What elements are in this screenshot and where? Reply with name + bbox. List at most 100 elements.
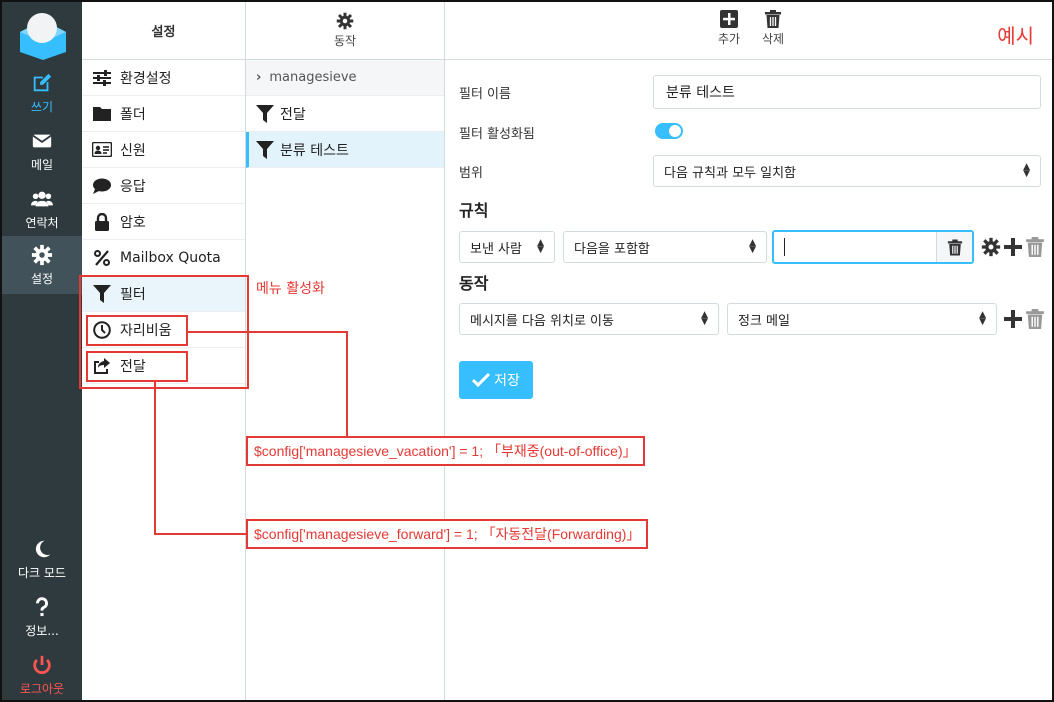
rule-operator-select[interactable]: 다음을 포함함 ▲ ▼ <box>563 231 767 263</box>
settings-item-responses[interactable]: 응답 <box>82 168 245 204</box>
settings-item-preferences[interactable]: 환경설정 <box>82 60 245 96</box>
logout-label: 로그아웃 <box>19 682 65 696</box>
filters-list-panel: 동작 › managesieve 전달 분류 테스트 <box>246 2 445 700</box>
delete-button[interactable]: 삭제 <box>753 10 793 47</box>
rule-clear-button[interactable] <box>936 232 972 262</box>
folder-icon <box>92 105 112 123</box>
action-delete-trash-icon[interactable] <box>1025 309 1045 329</box>
compose-label: 쓰기 <box>30 100 54 114</box>
logout-button[interactable]: 로그아웃 <box>2 646 82 700</box>
lock-icon <box>92 212 112 231</box>
settings-item-label: 필터 <box>120 286 146 303</box>
example-label: 예시 <box>997 24 1034 48</box>
gear-icon <box>31 244 53 266</box>
toolbar: 추가 삭제 예시 <box>445 2 1052 60</box>
sliders-icon <box>92 69 112 87</box>
delete-label: 삭제 <box>761 32 785 46</box>
filter-icon <box>256 140 274 159</box>
filter-item-label: 전달 <box>280 106 306 123</box>
filter-item-label: 분류 테스트 <box>280 142 349 159</box>
settings-button[interactable]: 설정 <box>2 236 82 294</box>
dark-mode-button[interactable]: 다크 모드 <box>2 530 82 586</box>
actions-title: 동작 <box>459 274 489 293</box>
question-icon <box>35 597 49 617</box>
action-type-value: 메시지를 다음 위치로 이동 <box>470 313 614 329</box>
action-target-value: 정크 메일 <box>738 313 790 329</box>
rule-operator-value: 다음을 포함함 <box>574 241 650 257</box>
filter-actions-label: 동작 <box>333 34 357 48</box>
settings-item-forward[interactable]: 전달 <box>82 348 245 384</box>
rule-header-select[interactable]: 보낸 사람 ▲ ▼ <box>459 231 555 263</box>
compose-button[interactable]: 쓰기 <box>2 64 82 120</box>
scope-select-value: 다음 규칙과 모두 일치함 <box>664 165 796 181</box>
settings-label: 설정 <box>30 272 54 286</box>
settings-item-label: 응답 <box>120 178 146 195</box>
filter-set-name: managesieve <box>269 70 357 85</box>
save-button[interactable]: 저장 <box>459 361 533 399</box>
plus-square-icon <box>720 10 738 28</box>
check-icon <box>472 373 491 387</box>
trash-icon <box>947 239 962 255</box>
filter-enabled-label: 필터 활성화됨 <box>459 127 535 142</box>
filter-set-row[interactable]: › managesieve <box>246 60 444 96</box>
filter-actions-menu[interactable]: 동작 <box>246 2 444 60</box>
sort-caret-icon: ▲ ▼ <box>537 238 544 255</box>
settings-item-label: 전달 <box>120 358 146 375</box>
settings-item-password[interactable]: 암호 <box>82 204 245 240</box>
action-type-select[interactable]: 메시지를 다음 위치로 이동 ▲ ▼ <box>459 303 719 335</box>
settings-item-filters[interactable]: 필터 <box>82 276 245 312</box>
sort-caret-icon: ▲ ▼ <box>701 310 708 327</box>
filter-icon <box>92 284 112 303</box>
scope-label: 범위 <box>459 166 483 181</box>
pencil-square-icon <box>33 73 52 92</box>
settings-item-label: 환경설정 <box>120 70 172 87</box>
contacts-button[interactable]: 연락처 <box>2 180 82 236</box>
scope-select[interactable]: 다음 규칙과 모두 일치함 ▲ ▼ <box>653 155 1041 187</box>
about-button[interactable]: 정보... <box>2 588 82 644</box>
dark-mode-label: 다크 모드 <box>18 566 66 580</box>
add-button[interactable]: 추가 <box>709 10 749 47</box>
filter-name-label: 필터 이름 <box>459 87 511 102</box>
roundcube-logo[interactable] <box>18 8 68 60</box>
sort-caret-icon: ▲ ▼ <box>979 310 986 327</box>
forward-config-note: $config['managesieve_forward'] = 1; 「자동전… <box>246 519 649 549</box>
gear-icon <box>336 12 354 30</box>
trash-icon <box>765 10 781 28</box>
moon-icon <box>35 540 51 558</box>
action-add-plus-icon[interactable] <box>1003 309 1023 329</box>
add-label: 추가 <box>717 32 741 46</box>
filter-enabled-toggle[interactable] <box>655 123 683 139</box>
settings-item-label: Mailbox Quota <box>120 249 221 266</box>
settings-item-label: 암호 <box>120 214 146 231</box>
envelope-icon <box>32 134 52 148</box>
settings-item-vacation[interactable]: 자리비움 <box>82 312 245 348</box>
filter-edit-panel: 추가 삭제 예시 필터 이름 분류 테스트 필터 활성화됨 범위 다음 규칙과 … <box>445 2 1052 700</box>
power-icon <box>33 655 51 674</box>
action-target-select[interactable]: 정크 메일 ▲ ▼ <box>727 303 997 335</box>
id-card-icon <box>92 141 112 159</box>
rule-advanced-gear-icon[interactable] <box>981 237 1001 257</box>
settings-title: 설정 <box>82 2 245 60</box>
settings-item-folders[interactable]: 폴더 <box>82 96 245 132</box>
sort-caret-icon: ▲ ▼ <box>1023 162 1030 179</box>
settings-sidebar: 설정 환경설정 폴더 신원 응답 암호 Mailbox Quota 필터 자리비… <box>82 2 246 700</box>
percent-icon <box>92 249 112 267</box>
comment-icon <box>92 177 112 195</box>
settings-item-mailbox-quota[interactable]: Mailbox Quota <box>82 240 245 276</box>
settings-item-identities[interactable]: 신원 <box>82 132 245 168</box>
about-label: 정보... <box>25 624 59 638</box>
navigation-rail: 쓰기 메일 연락처 설정 다크 모드 정보... 로그아웃 <box>2 2 82 700</box>
rule-value-input[interactable] <box>772 230 974 264</box>
app-window: 쓰기 메일 연락처 설정 다크 모드 정보... 로그아웃 설정 환경설정 폴더… <box>0 0 1054 702</box>
settings-item-label: 자리비움 <box>120 322 172 339</box>
chevron-right-icon: › <box>256 70 262 85</box>
mail-label: 메일 <box>30 158 54 172</box>
filter-item-classify-test[interactable]: 분류 테스트 <box>246 132 444 168</box>
filter-item-forward[interactable]: 전달 <box>246 96 444 132</box>
filter-name-input[interactable]: 분류 테스트 <box>653 75 1041 109</box>
mail-button[interactable]: 메일 <box>2 122 82 178</box>
rule-delete-trash-icon[interactable] <box>1025 237 1045 257</box>
rule-header-value: 보낸 사람 <box>470 241 522 257</box>
rule-add-plus-icon[interactable] <box>1003 237 1023 257</box>
text-cursor <box>784 238 785 256</box>
